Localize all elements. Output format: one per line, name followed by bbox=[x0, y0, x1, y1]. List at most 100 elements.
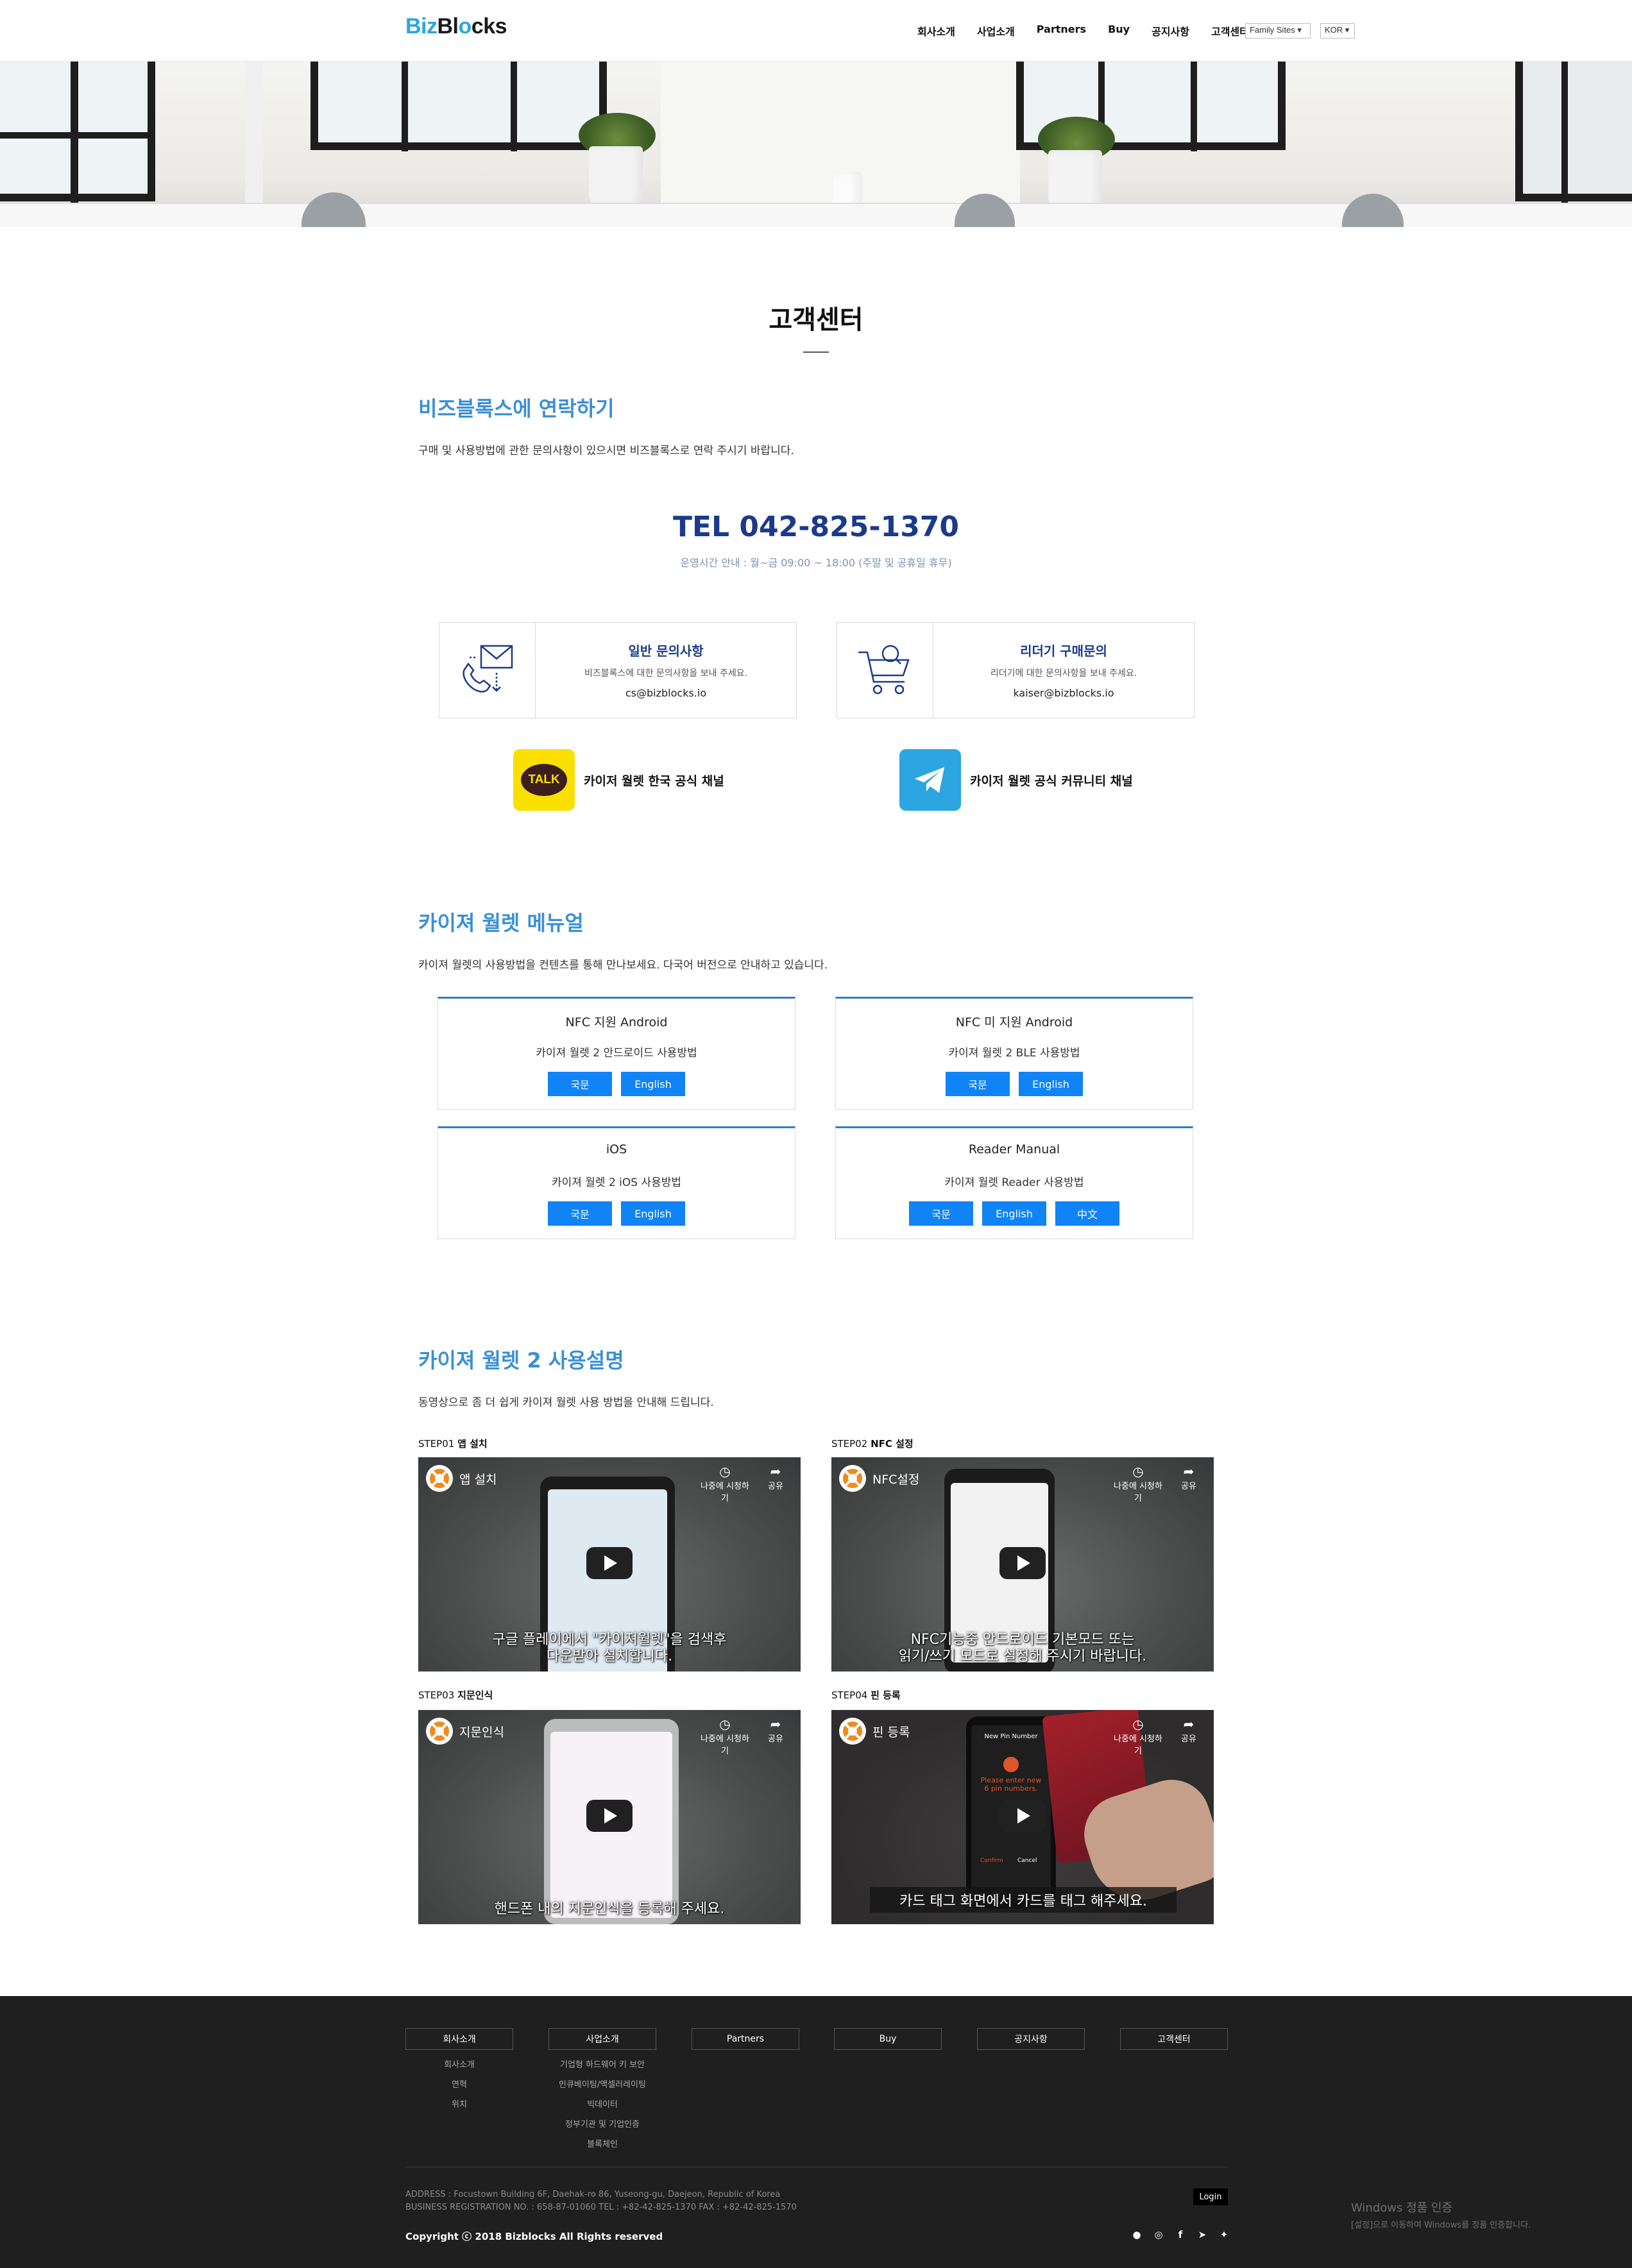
login-button[interactable]: Login bbox=[1193, 2188, 1228, 2205]
telegram-channel-link[interactable]: 카이저 월렛 공식 커뮤니티 채널 bbox=[899, 749, 1133, 811]
nav-buy[interactable]: Buy bbox=[1108, 23, 1130, 38]
chair-image bbox=[302, 192, 366, 227]
watch-later-button[interactable]: ◷ 나중에 시청하기 bbox=[1112, 1464, 1164, 1503]
kakaotalk-channel-link[interactable]: TALK 카이저 월렛 한국 공식 채널 bbox=[513, 749, 724, 811]
manual-card-subtitle: 카이져 월렛 2 BLE 사용방법 bbox=[948, 1047, 1080, 1060]
share-button[interactable]: ➦ 공유 bbox=[1173, 1716, 1205, 1744]
english-manual-button[interactable]: English bbox=[621, 1201, 685, 1226]
play-button[interactable] bbox=[999, 1547, 1046, 1579]
pin-screen-title: New Pin Number bbox=[984, 1733, 1038, 1740]
instagram-icon[interactable]: ◎ bbox=[1152, 2228, 1165, 2241]
twitter-icon[interactable]: ✦ bbox=[1218, 2228, 1230, 2241]
main-nav: 회사소개 사업소개 Partners Buy 공지사항 고객센터 bbox=[917, 23, 1249, 38]
play-icon bbox=[604, 1808, 617, 1824]
telegram-icon bbox=[899, 749, 961, 811]
hero-banner bbox=[0, 62, 1632, 227]
pot-image bbox=[589, 146, 643, 205]
language-select[interactable]: KOR ▾ bbox=[1320, 23, 1355, 38]
footer-head-company[interactable]: 회사소개 bbox=[405, 2028, 513, 2050]
video-player-fingerprint[interactable]: 지문인식 ◷ 나중에 시청하기 ➦ 공유 핸드폰 내의 지문인식을 등록해 주세요. bbox=[418, 1710, 801, 1924]
logo[interactable]: BizBlocks bbox=[405, 14, 507, 39]
lock-icon bbox=[1003, 1757, 1019, 1772]
nav-business[interactable]: 사업소개 bbox=[977, 23, 1015, 38]
korean-manual-button[interactable]: 국문 bbox=[548, 1072, 612, 1096]
channel-logo[interactable] bbox=[839, 1718, 866, 1745]
video-title[interactable]: 앱 설치 bbox=[459, 1470, 497, 1487]
play-button[interactable] bbox=[586, 1800, 633, 1832]
video-player-nfc-setting[interactable]: NFC설정 ◷ 나중에 시청하기 ➦ 공유 NFC기능중 안드로이드 기본모드 또는… bbox=[831, 1457, 1214, 1671]
general-inquiry-card[interactable]: 일반 문의사항 비즈블록스에 대한 문의사항을 보내 주세요. cs@bizbl… bbox=[439, 622, 797, 718]
reader-purchase-card[interactable]: 리더기 구매문의 리더기에 대한 문의사항을 보내 주세요. kaiser@bi… bbox=[837, 622, 1194, 718]
share-button[interactable]: ➦ 공유 bbox=[760, 1464, 792, 1491]
korean-manual-button[interactable]: 국문 bbox=[548, 1201, 612, 1226]
manual-card-nfc-android: NFC 지원 Android 카이져 월렛 2 안드로이드 사용방법 국문 En… bbox=[438, 997, 795, 1110]
guide-section-title: 카이져 월렛 2 사용설명 bbox=[418, 1348, 624, 1373]
share-button[interactable]: ➦ 공유 bbox=[760, 1716, 792, 1744]
english-manual-button[interactable]: English bbox=[1019, 1072, 1083, 1096]
clock-icon: ◷ bbox=[719, 1464, 731, 1479]
video-title[interactable]: NFC설정 bbox=[872, 1470, 919, 1487]
footer-column-buy: Buy bbox=[834, 2028, 942, 2050]
play-button[interactable] bbox=[586, 1547, 633, 1579]
footer-link[interactable]: 연혁 bbox=[405, 2078, 513, 2090]
footer-link[interactable]: 정부기관 및 기업인증 bbox=[548, 2117, 656, 2129]
pot-image bbox=[1048, 150, 1102, 209]
video-title[interactable]: 핀 등록 bbox=[872, 1723, 910, 1740]
cancel-button[interactable]: Cancel bbox=[1017, 1858, 1037, 1864]
play-button[interactable] bbox=[999, 1800, 1046, 1832]
watch-later-button[interactable]: ◷ 나중에 시청하기 bbox=[1112, 1716, 1164, 1756]
play-icon bbox=[1017, 1555, 1030, 1571]
english-manual-button[interactable]: English bbox=[982, 1201, 1046, 1226]
telegram-icon[interactable]: ➤ bbox=[1196, 2228, 1209, 2241]
watch-later-button[interactable]: ◷ 나중에 시청하기 bbox=[699, 1464, 751, 1503]
footer-head-partners[interactable]: Partners bbox=[692, 2028, 799, 2050]
confirm-button[interactable]: Confirm bbox=[980, 1858, 1003, 1864]
channel-logo[interactable] bbox=[426, 1465, 453, 1492]
footer-link[interactable]: 기업형 하드웨어 키 보안 bbox=[548, 2058, 656, 2070]
kakaotalk-icon[interactable]: ● bbox=[1130, 2228, 1143, 2241]
korean-manual-button[interactable]: 국문 bbox=[909, 1201, 973, 1226]
share-button[interactable]: ➦ 공유 bbox=[1173, 1464, 1205, 1491]
manual-card-ble-android: NFC 미 지원 Android 카이져 월렛 2 BLE 사용방법 국문 En… bbox=[835, 997, 1193, 1110]
footer-link[interactable]: 블록체인 bbox=[548, 2137, 656, 2149]
footer-link[interactable]: 회사소개 bbox=[405, 2058, 513, 2070]
pin-screen-text: Please enter new 6 pin numbers. bbox=[980, 1776, 1042, 1793]
manual-section-title: 카이져 월렛 메뉴얼 bbox=[418, 911, 584, 935]
footer-link[interactable]: 빅데이터 bbox=[548, 2097, 656, 2110]
nav-partners[interactable]: Partners bbox=[1037, 23, 1086, 38]
contact-section-title: 비즈블록스에 연락하기 bbox=[418, 396, 615, 421]
nav-company[interactable]: 회사소개 bbox=[917, 23, 955, 38]
footer-link[interactable]: 위치 bbox=[405, 2097, 513, 2110]
video-player-app-install[interactable]: 앱 설치 ◷ 나중에 시청하기 ➦ 공유 구글 플레이에서 "카이져월렛"을 검색후… bbox=[418, 1457, 801, 1671]
manual-card-title: Reader Manual bbox=[968, 1142, 1060, 1156]
korean-manual-button[interactable]: 국문 bbox=[946, 1072, 1010, 1096]
chinese-manual-button[interactable]: 中文 bbox=[1055, 1201, 1119, 1226]
footer-head-business[interactable]: 사업소개 bbox=[548, 2028, 656, 2050]
family-sites-select[interactable]: Family Sites ▾ bbox=[1245, 23, 1311, 38]
shopping-cart-icon bbox=[837, 623, 933, 718]
video-subtitle: 구글 플레이에서 "카이져월렛"을 검색후 다운받아 설치합니다. bbox=[492, 1632, 727, 1664]
email-link[interactable]: cs@bizblocks.io bbox=[536, 687, 796, 699]
footer-head-buy[interactable]: Buy bbox=[834, 2028, 942, 2050]
window-image bbox=[310, 62, 607, 151]
footer-head-notice[interactable]: 공지사항 bbox=[977, 2028, 1085, 2050]
channel-label: 카이저 월렛 공식 커뮤니티 채널 bbox=[970, 774, 1133, 788]
facebook-icon[interactable]: f bbox=[1174, 2228, 1187, 2241]
video-player-pin-register[interactable]: New Pin Number Please enter new 6 pin nu… bbox=[831, 1710, 1214, 1924]
clock-icon: ◷ bbox=[719, 1716, 731, 1732]
english-manual-button[interactable]: English bbox=[621, 1072, 685, 1096]
footer-head-support[interactable]: 고객센터 bbox=[1120, 2028, 1228, 2050]
social-links: ● ◎ f ➤ ✦ bbox=[1130, 2228, 1230, 2241]
nav-support[interactable]: 고객센터 bbox=[1211, 23, 1249, 38]
channel-logo[interactable] bbox=[426, 1718, 453, 1745]
phone-mail-icon bbox=[439, 623, 536, 718]
video-title[interactable]: 지문인식 bbox=[459, 1723, 504, 1740]
watch-later-button[interactable]: ◷ 나중에 시청하기 bbox=[699, 1716, 751, 1756]
manual-card-subtitle: 카이져 월렛 2 안드로이드 사용방법 bbox=[536, 1047, 697, 1060]
footer-column-support: 고객센터 bbox=[1120, 2028, 1228, 2050]
clock-icon: ◷ bbox=[1132, 1716, 1144, 1732]
nav-notice[interactable]: 공지사항 bbox=[1152, 23, 1189, 38]
footer-link[interactable]: 인큐베이팅/액셀러레이팅 bbox=[548, 2078, 656, 2090]
channel-logo[interactable] bbox=[839, 1465, 866, 1492]
email-link[interactable]: kaiser@bizblocks.io bbox=[933, 687, 1194, 699]
